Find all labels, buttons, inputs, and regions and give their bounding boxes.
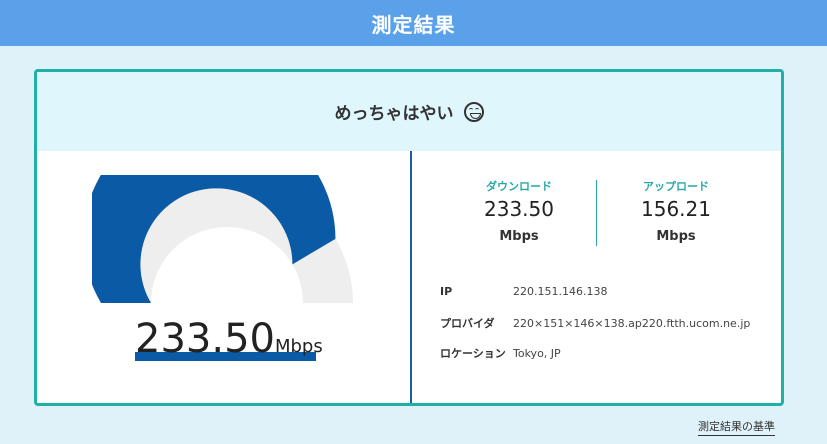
speed-verdict: めっちゃはやい xyxy=(334,104,454,124)
page-title: 測定結果 xyxy=(371,12,456,37)
download-label: ダウンロード xyxy=(486,180,552,193)
info-row-ip: IP 220.151.146.138 xyxy=(440,285,607,298)
big-speed-unit: Mbps xyxy=(274,336,323,357)
result-card-header: めっちゃはやい xyxy=(37,72,781,151)
card-divider xyxy=(410,151,412,403)
criteria-link[interactable]: 測定結果の基準 xyxy=(698,418,775,436)
provider-label: プロバイダ xyxy=(440,317,495,330)
upload-unit: Mbps xyxy=(656,229,696,244)
header-bar: 測定結果 xyxy=(0,0,827,46)
grinning-squinting-face-icon xyxy=(463,101,484,122)
ip-label: IP xyxy=(440,285,453,298)
location-value: Tokyo, JP xyxy=(513,347,561,360)
info-row-provider: プロバイダ 220×151×146×138.ap220.ftth.ucom.ne.… xyxy=(440,315,750,331)
location-label: ロケーション xyxy=(440,347,506,360)
upload-label: アップロード xyxy=(643,180,709,193)
info-row-location: ロケーション Tokyo, JP xyxy=(440,345,561,361)
download-stat: ダウンロード 233.50 Mbps xyxy=(439,178,599,244)
big-speed-value: 233.50 xyxy=(135,316,275,362)
upload-stat: アップロード 156.21 Mbps xyxy=(596,178,756,244)
download-unit: Mbps xyxy=(499,229,539,244)
big-speed-readout: 233.50Mbps xyxy=(135,316,323,362)
download-value: 233.50 xyxy=(484,197,554,221)
ip-value: 220.151.146.138 xyxy=(513,285,608,298)
upload-value: 156.21 xyxy=(641,197,711,221)
speed-gauge xyxy=(92,175,353,303)
provider-value: 220×151×146×138.ap220.ftth.ucom.ne.jp xyxy=(513,317,751,330)
